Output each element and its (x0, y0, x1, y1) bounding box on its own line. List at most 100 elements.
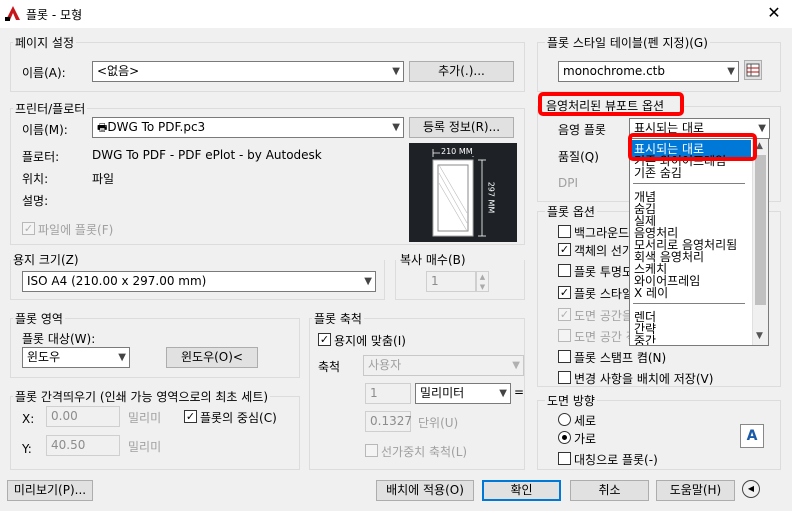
help-button[interactable]: 도움말(H) (656, 480, 735, 501)
chevron-down-icon: ▼ (758, 123, 766, 134)
plot-what-select[interactable]: 윈도우 ▼ (22, 347, 130, 368)
printer-name-select[interactable]: 🖶DWG To PDF.pc3 ▼ (92, 117, 404, 138)
plot-area-group-label: 플롯 영역 (13, 310, 65, 327)
plot-scale-group-label: 플롯 축척 (312, 310, 364, 327)
page-setup-name-select[interactable]: <없음> ▼ (92, 61, 404, 82)
dropdown-item-xray[interactable]: X 레이 (634, 287, 668, 299)
dropdown-scrollbar[interactable]: ▲ ▼ (752, 139, 768, 345)
scrollbar-thumb[interactable] (755, 155, 766, 305)
scale-lineweights-label: 선가중치 축척(L) (381, 445, 468, 459)
scale-value: 사용자 (368, 358, 402, 372)
plotter-label: 플로터: (22, 150, 60, 164)
scale-lineweights-checkbox[interactable] (365, 444, 378, 457)
autocad-logo-icon (5, 5, 21, 21)
plot-transparency-checkbox[interactable] (558, 264, 571, 277)
window-select-button[interactable]: 윈도우(O)< (166, 347, 258, 368)
window-title: 플롯 - 모형 (26, 8, 83, 22)
apply-to-layout-button[interactable]: 배치에 적용(O) (376, 480, 474, 501)
shaded-viewport-group-label: 음영처리된 뷰포트 옵션 (546, 99, 665, 113)
plot-to-file-label: 파일에 플롯(F) (38, 223, 114, 237)
preview-width-dimension: 210 MM (440, 147, 474, 156)
scale-label: 축척 (318, 360, 341, 374)
collapse-options-icon[interactable]: ◀ (742, 480, 760, 498)
paper-size-select[interactable]: ISO A4 (210.00 x 297.00 mm) ▼ (22, 271, 376, 292)
shade-plot-dropdown-list[interactable]: ▲ ▼ 표시되는 대로 기존 와이어프레임 기존 숨김 개념 숨김 실제 음영처… (629, 138, 769, 346)
center-plot-checkbox[interactable]: ✓ (184, 410, 197, 423)
dpi-label: DPI (558, 176, 579, 190)
chevron-down-icon: ▼ (392, 122, 400, 133)
scroll-up-icon[interactable]: ▲ (756, 141, 763, 151)
orientation-preview-icon: A (740, 424, 764, 448)
dropdown-item-legacy-hidden[interactable]: 기존 숨김 (634, 167, 682, 179)
save-changes-checkbox[interactable] (558, 371, 571, 384)
paperspace-last-checkbox[interactable]: ✓ (558, 308, 571, 321)
center-plot-label: 플롯의 중심(C) (200, 411, 277, 425)
preview-height-dimension: 297 MM (486, 181, 496, 214)
preview-button[interactable]: 미리보기(P)... (7, 480, 93, 501)
printer-icon: 🖶 (97, 121, 108, 134)
dropdown-item-medium[interactable]: 중간 (634, 335, 656, 345)
plot-lineweights-checkbox[interactable]: ✓ (558, 243, 571, 256)
plot-what-label: 플롯 대상(W): (22, 332, 96, 346)
title-bar (0, 0, 792, 28)
offset-y-input[interactable]: 40.50 (46, 435, 120, 456)
fit-to-paper-checkbox[interactable]: ✓ (318, 333, 331, 346)
dropdown-separator (633, 303, 745, 304)
description-label: 설명: (22, 194, 49, 208)
portrait-radio[interactable] (558, 413, 571, 426)
upside-down-label: 대칭으로 플롯(-) (574, 453, 658, 467)
hide-paperspace-label: 도면 공간 객 (574, 330, 637, 344)
plot-background-checkbox[interactable] (558, 225, 571, 238)
scale-unit-label: 단위(U) (418, 416, 459, 430)
dropdown-item-draft[interactable]: 간략 (634, 323, 656, 335)
offset-x-label: X: (22, 412, 35, 426)
cancel-button[interactable]: 취소 (570, 480, 649, 501)
fit-to-paper-label: 용지에 맞춤(I) (334, 334, 406, 348)
offset-y-label: Y: (22, 442, 32, 456)
plot-style-select[interactable]: monochrome.ctb ▼ (558, 61, 739, 82)
save-changes-label: 변경 사항을 배치에 저장(V) (574, 372, 714, 386)
scale-denominator-input[interactable]: 0.1327 (365, 411, 412, 432)
scale-unit-value: 밀리미터 (420, 386, 465, 400)
shade-plot-label: 음영 플롯 (558, 123, 606, 137)
dropdown-separator (633, 183, 745, 184)
scale-unit-select[interactable]: 밀리미터 ▼ (415, 383, 511, 404)
edit-plot-style-button[interactable] (744, 60, 762, 80)
plot-to-file-checkbox[interactable]: ✓ (22, 222, 35, 235)
add-page-setup-button[interactable]: 추가(.)... (409, 61, 514, 82)
chevron-down-icon: ▼ (118, 352, 126, 363)
copies-spinner[interactable]: ▲ ▼ (476, 271, 489, 292)
chevron-down-icon: ▼ (512, 360, 520, 371)
offset-x-input[interactable]: 0.00 (46, 406, 120, 427)
landscape-label: 가로 (574, 432, 597, 446)
paper-size-value: ISO A4 (210.00 x 297.00 mm) (27, 274, 207, 288)
plotter-value: DWG To PDF - PDF ePlot - by Autodesk (92, 148, 322, 162)
chevron-down-icon: ▼ (364, 276, 372, 287)
plot-style-value: monochrome.ctb (563, 64, 665, 78)
where-value: 파일 (92, 172, 115, 186)
scroll-down-icon[interactable]: ▼ (756, 331, 763, 341)
upside-down-checkbox[interactable] (558, 452, 571, 465)
paperspace-last-label: 도면 공간을 (574, 309, 634, 323)
plot-stamp-checkbox[interactable] (558, 350, 571, 363)
table-edit-icon (746, 63, 760, 77)
plot-with-styles-checkbox[interactable]: ✓ (558, 286, 571, 299)
dropdown-item-highlight (628, 133, 757, 161)
offset-x-unit: 밀리미 (128, 411, 162, 425)
hide-paperspace-checkbox[interactable] (558, 329, 571, 342)
close-button[interactable]: ✕ (760, 2, 788, 26)
ok-button[interactable]: 확인 (482, 480, 561, 501)
printer-name-label: 이름(M): (22, 123, 68, 137)
orientation-group-label: 도면 방향 (545, 392, 597, 409)
page-setup-name-value: <없음> (97, 64, 140, 78)
scale-select[interactable]: 사용자 ▼ (363, 355, 524, 376)
plot-stamp-label: 플롯 스탬프 켬(N) (574, 351, 667, 365)
chevron-down-icon: ▼ (499, 388, 507, 399)
plot-lineweights-label: 객체의 선가 (574, 244, 634, 258)
copies-input[interactable]: 1 (426, 271, 476, 292)
page-setup-group-label: 페이지 설정 (13, 34, 77, 51)
scale-numerator-input[interactable]: 1 (365, 383, 411, 404)
where-label: 위치: (22, 172, 49, 186)
printer-properties-button[interactable]: 등록 정보(R)... (409, 117, 514, 138)
landscape-radio[interactable] (558, 431, 571, 444)
